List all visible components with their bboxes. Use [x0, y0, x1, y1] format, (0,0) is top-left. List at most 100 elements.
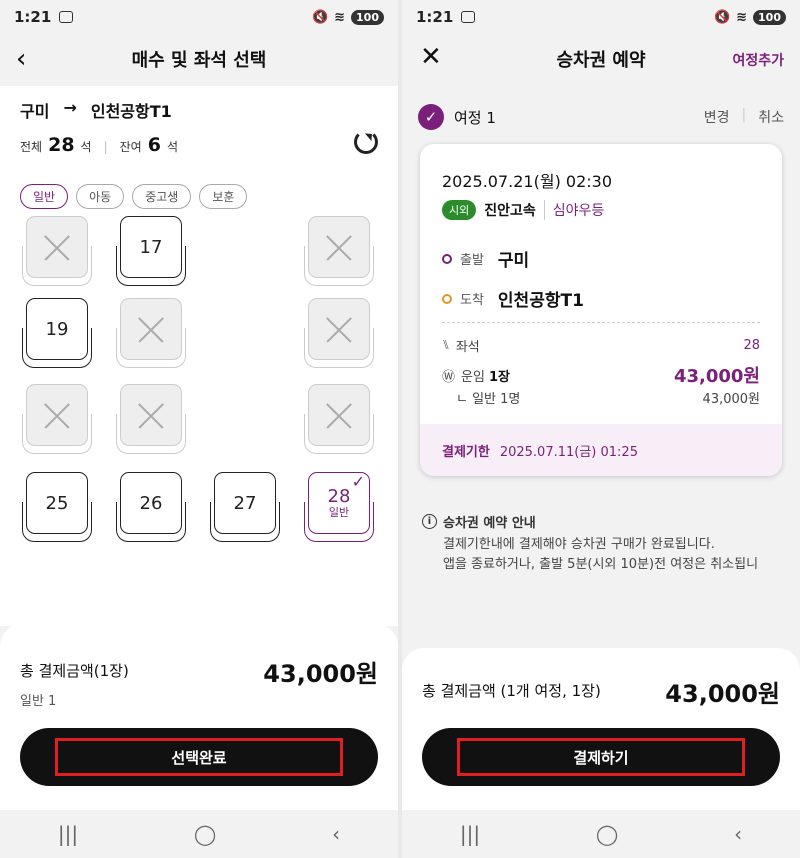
departure-dot-icon	[442, 253, 452, 264]
seat-unit: 석	[80, 140, 92, 154]
fare-detail-value: 43,000원	[702, 392, 760, 407]
divider: |	[741, 107, 747, 123]
close-icon[interactable]: ✕	[420, 42, 442, 72]
seat-unavailable	[116, 384, 186, 454]
arrival-label: 도착	[460, 293, 484, 308]
won-icon: Ⓦ	[442, 369, 456, 385]
route-to: 인천공항T1	[90, 102, 172, 121]
payment-sheet: 총 결제금액(1장) 43,000원 일반 1 선택완료	[0, 624, 398, 810]
fare-label: 운임	[461, 369, 485, 385]
back-icon[interactable]: ‹	[16, 44, 26, 74]
seat-unavailable	[116, 298, 186, 368]
chip-child[interactable]: 아동	[76, 184, 125, 209]
seat-label: 좌석	[455, 340, 480, 355]
payment-deadline: 결제기한 2025.07.11(금) 01:25	[420, 424, 782, 476]
app-header: ‹ 매수 및 좌석 선택	[0, 34, 398, 84]
pay-button[interactable]: 결제하기	[422, 728, 780, 786]
trip-header: ✓ 여정 1 변경 | 취소	[418, 104, 784, 130]
deadline-label: 결제기한	[442, 444, 490, 460]
change-button[interactable]: 변경	[704, 107, 730, 127]
seat-19[interactable]: 19	[22, 298, 92, 368]
arrival-place: 인천공항T1	[497, 291, 584, 311]
passenger-type-chips: 일반 아동 중고생 보훈	[20, 184, 248, 209]
divider: |	[103, 140, 108, 154]
seat-unavailable	[22, 384, 92, 454]
refresh-icon[interactable]	[354, 130, 378, 154]
bus-grade: 심야우등	[543, 200, 604, 220]
back-nav-icon[interactable]: ‹	[332, 822, 340, 846]
deadline-value: 2025.07.11(금) 01:25	[499, 444, 638, 460]
route: 구미 → 인천공항T1	[20, 98, 172, 122]
departure-place: 구미	[497, 251, 530, 271]
cancel-button[interactable]: 취소	[758, 107, 784, 127]
booking-notice: i 승차권 예약 안내 결제기한내에 결제해야 승차권 구매가 완료됩니다. 앱…	[422, 512, 790, 575]
arrival-stop: 도착 인천공항T1	[442, 286, 584, 311]
chip-general[interactable]: 일반	[20, 184, 69, 209]
check-circle-icon[interactable]: ✓	[418, 104, 444, 130]
notice-title: 승차권 예약 안내	[443, 516, 536, 531]
chip-veteran[interactable]: 보훈	[199, 184, 248, 209]
route-from: 구미	[20, 102, 50, 121]
seat-25[interactable]: 25	[22, 472, 92, 542]
info-icon: i	[422, 514, 437, 529]
seat-28-selected[interactable]: 28 일반 ✓	[304, 472, 374, 542]
remaining-seats-label: 잔여	[119, 140, 142, 154]
fare-value: 43,000원	[673, 366, 760, 387]
screenshot-icon	[59, 11, 74, 23]
seat-number: 28	[327, 486, 351, 508]
seat-unavailable	[22, 216, 92, 286]
battery-indicator: 100	[351, 9, 384, 25]
total-seats: 28	[48, 134, 75, 156]
complete-selection-label: 선택완료	[55, 738, 343, 776]
seat-unavailable	[304, 298, 374, 368]
mute-icon: 🔇	[713, 9, 731, 25]
seat-summary: 전체 28 석 | 잔여 6 석	[20, 134, 178, 156]
booking-screen: 1:21 🔇 ≋ 100 ✕ 승차권 예약 여정추가 ✓ 여정 1 변경 | 취…	[402, 0, 800, 858]
seat-map-panel: 구미 → 인천공항T1 전체 28 석 | 잔여 6 석 일반 아동 중고생 보…	[0, 86, 398, 626]
status-bar: 1:21 🔇 ≋ 100	[0, 0, 398, 34]
seat-27[interactable]: 27	[210, 472, 280, 542]
wifi-icon: ≋	[736, 9, 748, 25]
seat-selection-screen: 1:21 🔇 ≋ 100 ‹ 매수 및 좌석 선택 구미 → 인천공항T1 전체…	[0, 0, 398, 858]
seat-type: 일반	[328, 505, 350, 519]
arrival-dot-icon	[442, 293, 452, 304]
total-amount: 43,000원	[665, 680, 780, 708]
status-time: 1:21	[14, 8, 52, 26]
mute-icon: 🔇	[311, 9, 329, 25]
recent-apps-icon[interactable]: |||	[460, 822, 480, 846]
wifi-icon: ≋	[334, 9, 346, 25]
fare-detail-label: ㄴ 일반 1명	[456, 392, 521, 407]
home-icon[interactable]: ◯	[596, 822, 618, 846]
seat-17[interactable]: 17	[116, 216, 186, 286]
chip-student[interactable]: 중고생	[132, 184, 192, 209]
trip-label: 여정 1	[454, 108, 496, 127]
add-trip-button[interactable]: 여정추가	[732, 50, 784, 70]
seat-unavailable	[304, 384, 374, 454]
back-nav-icon[interactable]: ‹	[734, 822, 742, 846]
seat-unavailable	[304, 216, 374, 286]
fare-count: 1장	[488, 369, 510, 385]
bus-info: 시외 진안고속 심야우등	[442, 200, 604, 220]
bus-company: 진안고속	[484, 203, 536, 219]
complete-selection-button[interactable]: 선택완료	[20, 728, 378, 786]
fare-row: Ⓦ 운임 1장 43,000원	[442, 362, 760, 388]
pay-button-label: 결제하기	[457, 738, 745, 776]
recent-apps-icon[interactable]: |||	[58, 822, 78, 846]
check-icon: ✓	[351, 472, 365, 491]
total-amount: 43,000원	[263, 660, 378, 688]
screenshot-icon	[461, 11, 476, 23]
payment-sheet: 총 결제금액 (1개 여정, 1장) 43,000원 결제하기	[402, 648, 800, 810]
home-icon[interactable]: ◯	[194, 822, 216, 846]
status-bar: 1:21 🔇 ≋ 100	[402, 0, 800, 34]
notice-text: 결제기한내에 결제해야 승차권 구매가 완료됩니다.	[443, 537, 715, 552]
seat-unit: 석	[166, 140, 179, 154]
arrow-icon: →	[63, 98, 77, 117]
seat-26[interactable]: 26	[116, 472, 186, 542]
seat-row: ⑊ 좌석 28	[442, 336, 760, 355]
total-label: 총 결제금액 (1개 여정, 1장)	[422, 682, 601, 700]
departure-stop: 출발 구미	[442, 246, 529, 271]
status-time: 1:21	[416, 8, 454, 26]
fare-detail-row: ㄴ 일반 1명 43,000원	[442, 388, 760, 407]
app-header: ✕ 승차권 예약 여정추가	[402, 34, 800, 84]
dashed-divider	[442, 322, 760, 323]
